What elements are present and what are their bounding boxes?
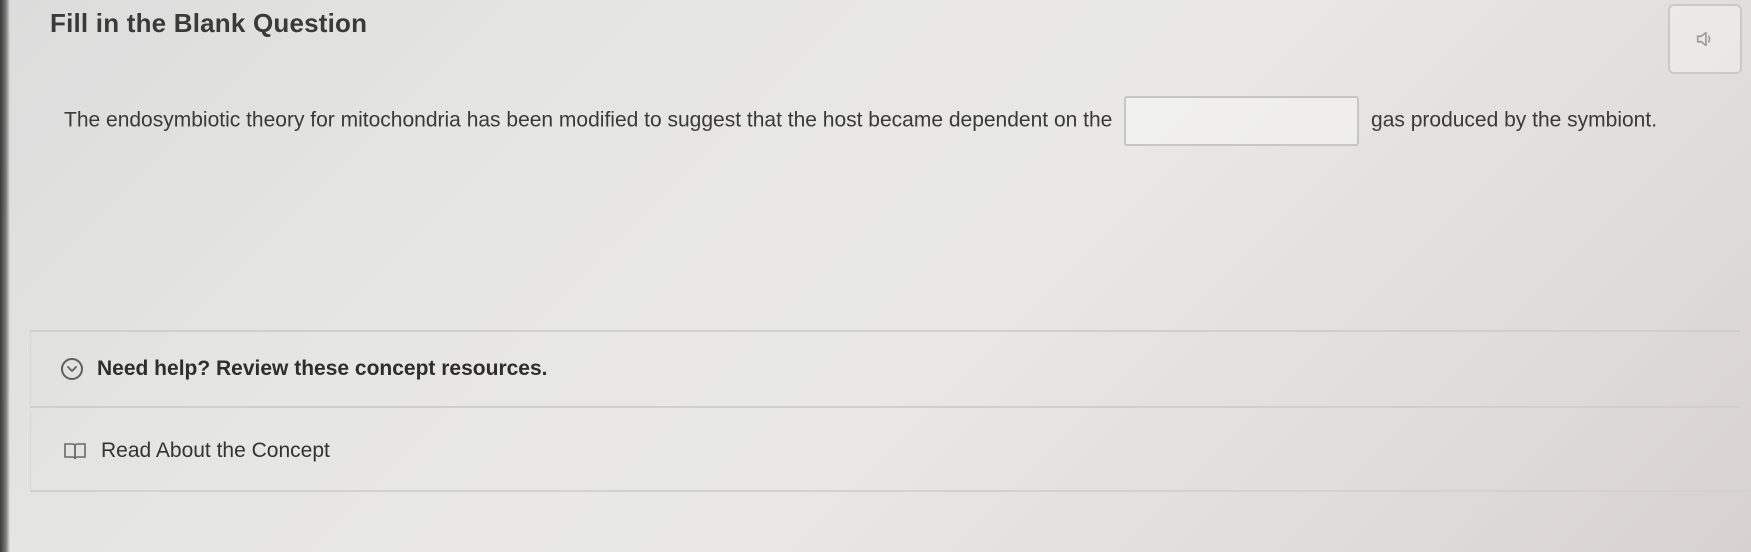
- question-title: Fill in the Blank Question: [50, 8, 368, 38]
- read-concept-label: Read About the Concept: [101, 439, 330, 462]
- question-text-after: gas produced by the symbiont.: [1371, 108, 1658, 132]
- chevron-down-icon: [61, 358, 83, 380]
- concept-help-toggle[interactable]: Need help? Review these concept resource…: [30, 330, 1740, 408]
- question-prompt: The endosymbiotic theory for mitochondri…: [64, 96, 1704, 146]
- read-aloud-button[interactable]: [1668, 4, 1742, 74]
- help-label: Need help? Review these concept resource…: [97, 357, 548, 380]
- left-edge-shadow: [0, 0, 10, 552]
- speaker-icon: [1696, 31, 1711, 47]
- question-text-before: The endosymbiotic theory for mitochondri…: [64, 108, 1113, 132]
- read-concept-link[interactable]: Read About the Concept: [30, 412, 1750, 492]
- answer-blank-input[interactable]: [1124, 96, 1360, 146]
- book-icon: [64, 443, 86, 460]
